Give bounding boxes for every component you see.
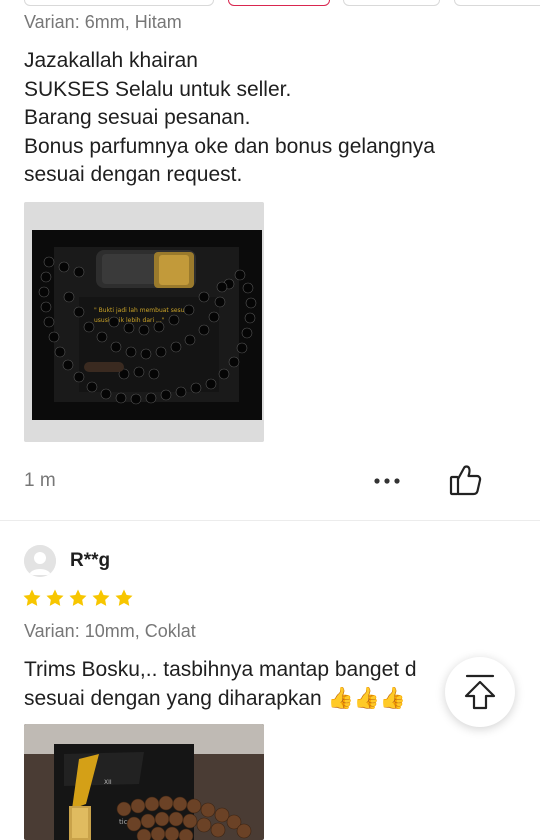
review-text-line: Trims Bosku,.. tasbihnya mantap banget d: [24, 658, 417, 681]
wooden-beads-photo: XII tic: [24, 724, 264, 840]
review-photo[interactable]: " Bukti jadi lah membuat sesuatu ususi b…: [24, 202, 264, 442]
star-icon: [115, 589, 133, 606]
review-photo[interactable]: XII tic: [24, 724, 264, 840]
default-avatar-icon: [24, 545, 56, 577]
star-icon: [23, 589, 41, 606]
back-to-top-button[interactable]: [445, 657, 515, 727]
review-text-line: Bonus parfumnya oke dan bonus gelangnya: [24, 134, 435, 158]
review-text-line: Barang sesuai pesanan.: [24, 106, 251, 129]
review-text-line: Jazakallah khairan: [24, 49, 198, 72]
arrow-up-to-top-icon: [464, 674, 496, 710]
variant-chip-selected[interactable]: [228, 0, 330, 6]
review-variant: Varian: 10mm, Coklat: [24, 621, 196, 641]
review-text-line: SUKSES Selalu untuk seller.: [24, 77, 292, 101]
avatar: [24, 545, 56, 577]
review-text: Jazakallah khairan SUKSES Selalu untuk s…: [24, 47, 435, 190]
svg-text:tic: tic: [119, 818, 128, 826]
review-text: Trims Bosku,.. tasbihnya mantap banget d…: [24, 656, 417, 713]
beads-perfume-photo: " Bukti jadi lah membuat sesuatu ususi b…: [24, 202, 264, 442]
review-divider: [0, 520, 540, 521]
review-text-line: sesuai dengan request.: [24, 163, 243, 186]
variant-chip-row: [0, 0, 540, 6]
more-dots-icon[interactable]: [370, 470, 404, 492]
svg-text:XII: XII: [104, 779, 112, 786]
variant-chip[interactable]: [24, 0, 214, 6]
variant-chip[interactable]: [343, 0, 440, 6]
svg-text:" Bukti jadi lah membuat sesua: " Bukti jadi lah membuat sesuatu: [94, 307, 194, 314]
star-icon: [69, 589, 87, 606]
reviewer-username: R**g: [70, 550, 111, 571]
star-rating: [22, 588, 134, 608]
review-time: 1 m: [24, 470, 56, 491]
variant-chip[interactable]: [454, 0, 540, 6]
star-icon: [46, 589, 64, 606]
review-text-line: sesuai dengan yang diharapkan 👍👍👍: [24, 686, 407, 710]
review-variant: Varian: 6mm, Hitam: [24, 12, 182, 32]
star-icon: [92, 589, 110, 606]
thumbs-up-icon[interactable]: [446, 462, 484, 498]
